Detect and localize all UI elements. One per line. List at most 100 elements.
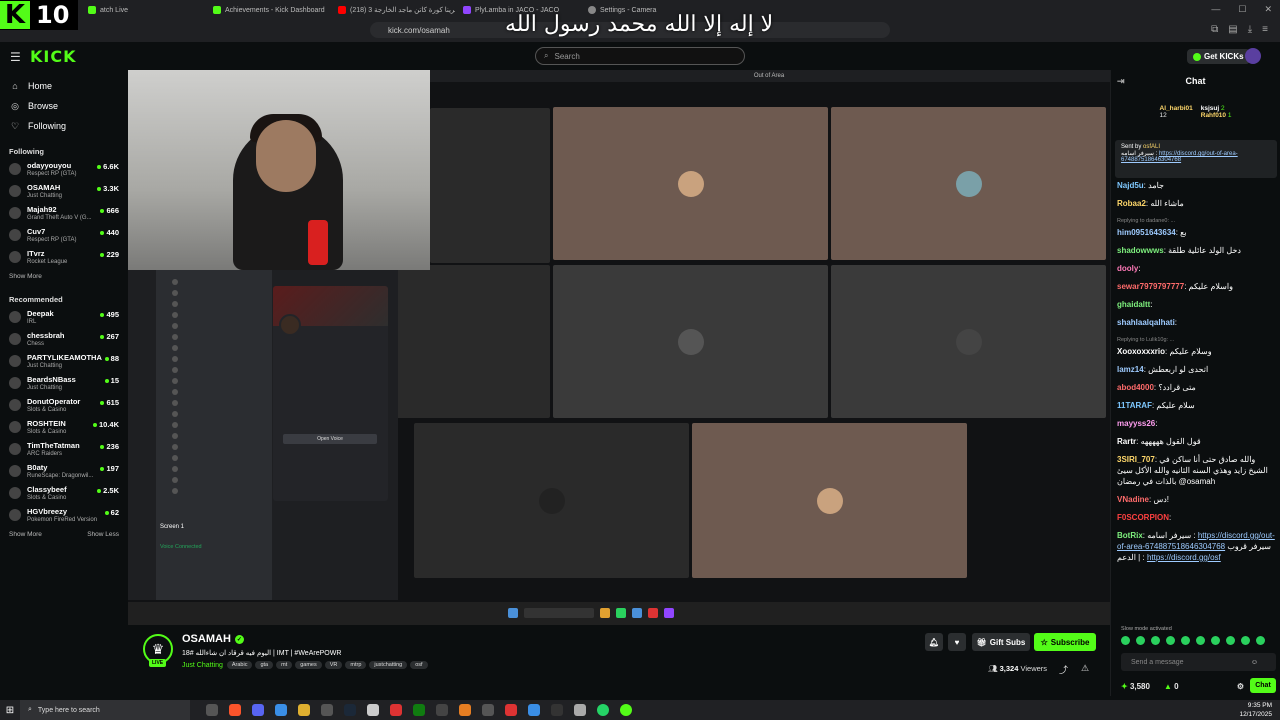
app-icon[interactable] — [482, 704, 494, 716]
chat-username[interactable]: VNadine — [1117, 495, 1149, 504]
kick-logo[interactable]: KICK — [30, 47, 77, 66]
chat-username[interactable]: BotRix — [1117, 531, 1143, 540]
chat-username[interactable]: 3SIRI_707 — [1117, 455, 1155, 464]
taskbar-search[interactable]: ⌕ Type here to search — [20, 700, 190, 720]
app-icon[interactable] — [620, 704, 632, 716]
taskbar-clock[interactable]: 9:35 PM 12/17/2025 — [1239, 701, 1272, 719]
emote-icon[interactable] — [1121, 636, 1130, 645]
video-player[interactable]: Out of Area Screen 1 Voice Connected Ope… — [128, 70, 1110, 625]
chat-username[interactable]: F0SCORPION — [1117, 513, 1169, 522]
download-icon[interactable]: ⤓ — [1248, 24, 1252, 35]
chat-username[interactable]: abod4000 — [1117, 383, 1154, 392]
app-icon[interactable] — [275, 704, 287, 716]
channel-item[interactable]: Cuv7 Respect RP (GTA) 440 — [0, 224, 128, 246]
channel-item[interactable]: B0aty RuneScape: Dragonwil... 197 — [0, 460, 128, 482]
show-more-button[interactable]: Show More — [9, 531, 42, 538]
channel-item[interactable]: BeardsNBass Just Chatting 15 — [0, 372, 128, 394]
channel-item[interactable]: OSAMAH Just Chatting 3.3K — [0, 180, 128, 202]
category-link[interactable]: Just Chatting — [182, 662, 223, 669]
menu-icon[interactable]: ≡ — [1262, 24, 1268, 35]
app-icon[interactable] — [528, 704, 540, 716]
chat-username[interactable]: Xooxoxxxrio — [1117, 347, 1165, 356]
chat-username[interactable]: dooly — [1117, 264, 1138, 273]
app-icon[interactable] — [367, 704, 379, 716]
share-icon[interactable]: ⤴ — [1059, 663, 1068, 676]
channel-item[interactable]: chessbrah Chess 267 — [0, 328, 128, 350]
gift-subs-button[interactable]: 🎁︎ Gift Subs — [972, 633, 1030, 651]
channel-item[interactable]: Deepak IRL 495 — [0, 306, 128, 328]
chat-username[interactable]: ghaidaltt — [1117, 300, 1150, 309]
show-less-button[interactable]: Show Less — [87, 531, 119, 538]
store-icon[interactable] — [321, 704, 333, 716]
stream-tag[interactable]: Arabic — [226, 661, 253, 669]
stream-tag[interactable]: VR — [324, 661, 343, 669]
emoji-icon[interactable]: ☺ — [1251, 659, 1258, 666]
points-value[interactable]: 3,580 — [1130, 682, 1150, 691]
channel-item[interactable]: PARTYLIKEAMOTHA Just Chatting 88 — [0, 350, 128, 372]
channel-item[interactable]: Classybeef Slots & Casino 2.5K — [0, 482, 128, 504]
subscribe-button[interactable]: ☆ Subscribe — [1034, 633, 1096, 651]
channel-item[interactable]: Majah92 Grand Theft Auto V (G... 666 — [0, 202, 128, 224]
emote-icon[interactable] — [1241, 636, 1250, 645]
send-message-input[interactable]: Send a message ☺ — [1121, 653, 1276, 671]
get-kicks-button[interactable]: Get KICKs — [1187, 49, 1250, 64]
app-icon[interactable] — [551, 704, 563, 716]
emote-icon[interactable] — [1256, 636, 1265, 645]
folder-icon[interactable] — [298, 704, 310, 716]
hamburger-menu-icon[interactable]: ☰ — [10, 50, 21, 64]
emote-icon[interactable] — [1226, 636, 1235, 645]
nav-home[interactable]: ⌂ Home — [0, 76, 128, 96]
app-icon[interactable] — [436, 704, 448, 716]
stream-tag[interactable]: osf — [410, 661, 428, 669]
chat-username[interactable]: 11TARAF — [1117, 401, 1152, 410]
chat-username[interactable]: Najd5u — [1117, 181, 1144, 190]
close-icon[interactable]: ✕ — [1264, 4, 1272, 15]
sidebar-icon[interactable]: ▤ — [1228, 24, 1237, 35]
tab-0[interactable]: atch Live — [80, 1, 205, 19]
channel-item[interactable]: DonutOperator Slots & Casino 615 — [0, 394, 128, 416]
chat-username[interactable]: shadowwws — [1117, 246, 1164, 255]
whatsapp-icon[interactable] — [597, 704, 609, 716]
chat-username[interactable]: mayyss26 — [1117, 419, 1155, 428]
nav-following[interactable]: ♡ Following — [0, 116, 128, 136]
discord-icon[interactable] — [252, 704, 264, 716]
app-icon[interactable] — [459, 704, 471, 716]
extension-icon[interactable]: ⧉ — [1211, 24, 1218, 35]
emote-icon[interactable] — [1166, 636, 1175, 645]
chat-link[interactable]: https://discord.gg/osf — [1147, 553, 1221, 562]
streamer-name[interactable]: OSAMAH ✓ — [182, 633, 244, 645]
brave-icon[interactable] — [229, 704, 241, 716]
search-input[interactable]: ⌕ Search — [535, 47, 745, 65]
stream-tag[interactable]: mtrp — [345, 661, 367, 669]
emote-icon[interactable] — [1196, 636, 1205, 645]
channel-item[interactable]: odayyouyou Respect RP (GTA) 6.6K — [0, 158, 128, 180]
user-avatar[interactable] — [1245, 48, 1261, 64]
stream-tag[interactable]: mt — [276, 661, 293, 669]
follow-heart-icon[interactable]: ♥ — [948, 633, 966, 651]
chat-username[interactable]: lamz14 — [1117, 365, 1144, 374]
maximize-icon[interactable]: ☐ — [1238, 4, 1246, 15]
channel-item[interactable]: TimTheTatman ARC Raiders 236 — [0, 438, 128, 460]
open-voice-button[interactable]: Open Voice — [283, 434, 377, 444]
chat-username[interactable]: sewar7979797777 — [1117, 282, 1184, 291]
report-icon[interactable]: ⚠ — [1081, 663, 1089, 674]
emote-icon[interactable] — [1181, 636, 1190, 645]
tab-2[interactable]: (218) حرينا كورة كاتن ماجد الخارجة 3# — [330, 1, 455, 19]
nav-browse[interactable]: ◎ Browse — [0, 96, 128, 116]
stream-tag[interactable]: justchatting — [369, 661, 408, 669]
channel-item[interactable]: ROSHTEIN Slots & Casino 10.4K — [0, 416, 128, 438]
stream-tag[interactable]: gta — [255, 661, 274, 669]
tab-1[interactable]: Achievements - Kick Dashboard — [205, 1, 330, 19]
chat-send-button[interactable]: Chat — [1250, 678, 1276, 693]
windows-start-icon[interactable]: ⊞ — [0, 705, 20, 716]
task-view-icon[interactable] — [206, 704, 218, 716]
steam-icon[interactable] — [344, 704, 356, 716]
channel-item[interactable]: ITvrz Rocket League 229 — [0, 246, 128, 268]
minimize-icon[interactable]: — — [1211, 4, 1220, 15]
emote-icon[interactable] — [1136, 636, 1145, 645]
chat-username[interactable]: shahlaalqalhati — [1117, 318, 1175, 327]
chat-username[interactable]: him0951643634 — [1117, 228, 1176, 237]
stream-tag[interactable]: games — [295, 661, 322, 669]
channel-item[interactable]: HGVbreezy Pokemon FireRed Version 62 — [0, 504, 128, 526]
emote-icon[interactable] — [1211, 636, 1220, 645]
